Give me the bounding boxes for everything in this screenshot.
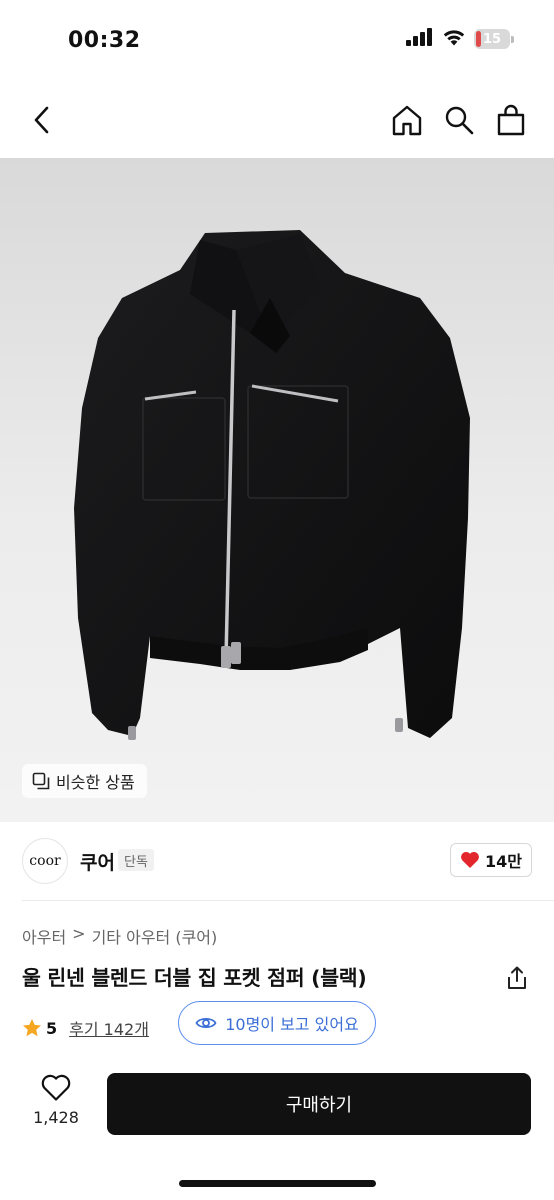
breadcrumb-other-outer[interactable]: 기타 아우터 (쿠어) — [92, 924, 218, 948]
brand-name[interactable]: 쿠어 — [80, 848, 115, 875]
search-button[interactable] — [442, 102, 476, 138]
similar-items-label: 비슷한 상품 — [56, 773, 135, 792]
home-indicator — [179, 1180, 376, 1187]
share-icon — [508, 966, 526, 989]
share-button[interactable] — [504, 964, 530, 992]
similar-items-button[interactable]: 비슷한 상품 — [22, 764, 147, 798]
status-bar: 00:32 15 — [0, 0, 554, 84]
product-image[interactable]: 비슷한 상품 — [0, 158, 554, 822]
eye-icon — [195, 1017, 217, 1029]
wishlist-button[interactable]: 1,428 — [22, 1074, 90, 1127]
jacket-illustration — [74, 230, 470, 740]
review-count-link[interactable]: 후기 142개 — [69, 1016, 149, 1040]
battery-level — [476, 31, 481, 47]
product-title: 울 린넨 블렌드 더블 집 포켓 점퍼 (블랙) — [22, 966, 367, 990]
battery-percent: 15 — [482, 31, 502, 47]
nav-actions — [390, 102, 528, 138]
section-divider — [22, 900, 554, 901]
viewers-text: 10명이 보고 있어요 — [225, 1015, 359, 1034]
brand-row: coor 쿠어 단독 14만 — [0, 834, 554, 888]
status-indicators: 15 — [406, 28, 514, 50]
exclusive-badge: 단독 — [118, 849, 154, 871]
back-chevron-icon — [34, 106, 49, 134]
bottom-action-bar: 1,428 구매하기 — [0, 1060, 554, 1200]
status-time: 00:32 — [68, 28, 141, 53]
wishlist-count: 1,428 — [33, 1108, 79, 1127]
cart-button[interactable] — [494, 102, 528, 138]
top-nav — [0, 84, 554, 158]
similar-items-icon — [32, 772, 50, 790]
shopping-bag-icon — [497, 104, 525, 136]
home-icon — [392, 105, 422, 136]
rating-summary: 5 후기 142개 — [22, 1016, 149, 1040]
brand-like-button[interactable]: 14만 — [450, 843, 532, 877]
back-button[interactable] — [24, 102, 60, 138]
viewers-badge: 10명이 보고 있어요 — [178, 1001, 376, 1045]
breadcrumb-separator: > — [72, 924, 86, 943]
home-button[interactable] — [390, 102, 424, 138]
brand-logo[interactable]: coor — [22, 838, 68, 884]
rating-score: 5 — [46, 1018, 58, 1038]
brand-like-count: 14만 — [485, 852, 522, 871]
breadcrumb: 아우터 > 기타 아우터 (쿠어) — [22, 924, 217, 948]
star-icon — [23, 1019, 41, 1037]
signal-icon — [406, 28, 434, 50]
heart-outline-icon — [41, 1074, 71, 1101]
breadcrumb-outer[interactable]: 아우터 — [22, 924, 66, 948]
heart-filled-icon — [461, 851, 479, 868]
search-icon — [445, 106, 474, 135]
buy-button[interactable]: 구매하기 — [107, 1073, 531, 1135]
battery-indicator: 15 — [474, 29, 514, 49]
wifi-icon — [442, 28, 466, 50]
